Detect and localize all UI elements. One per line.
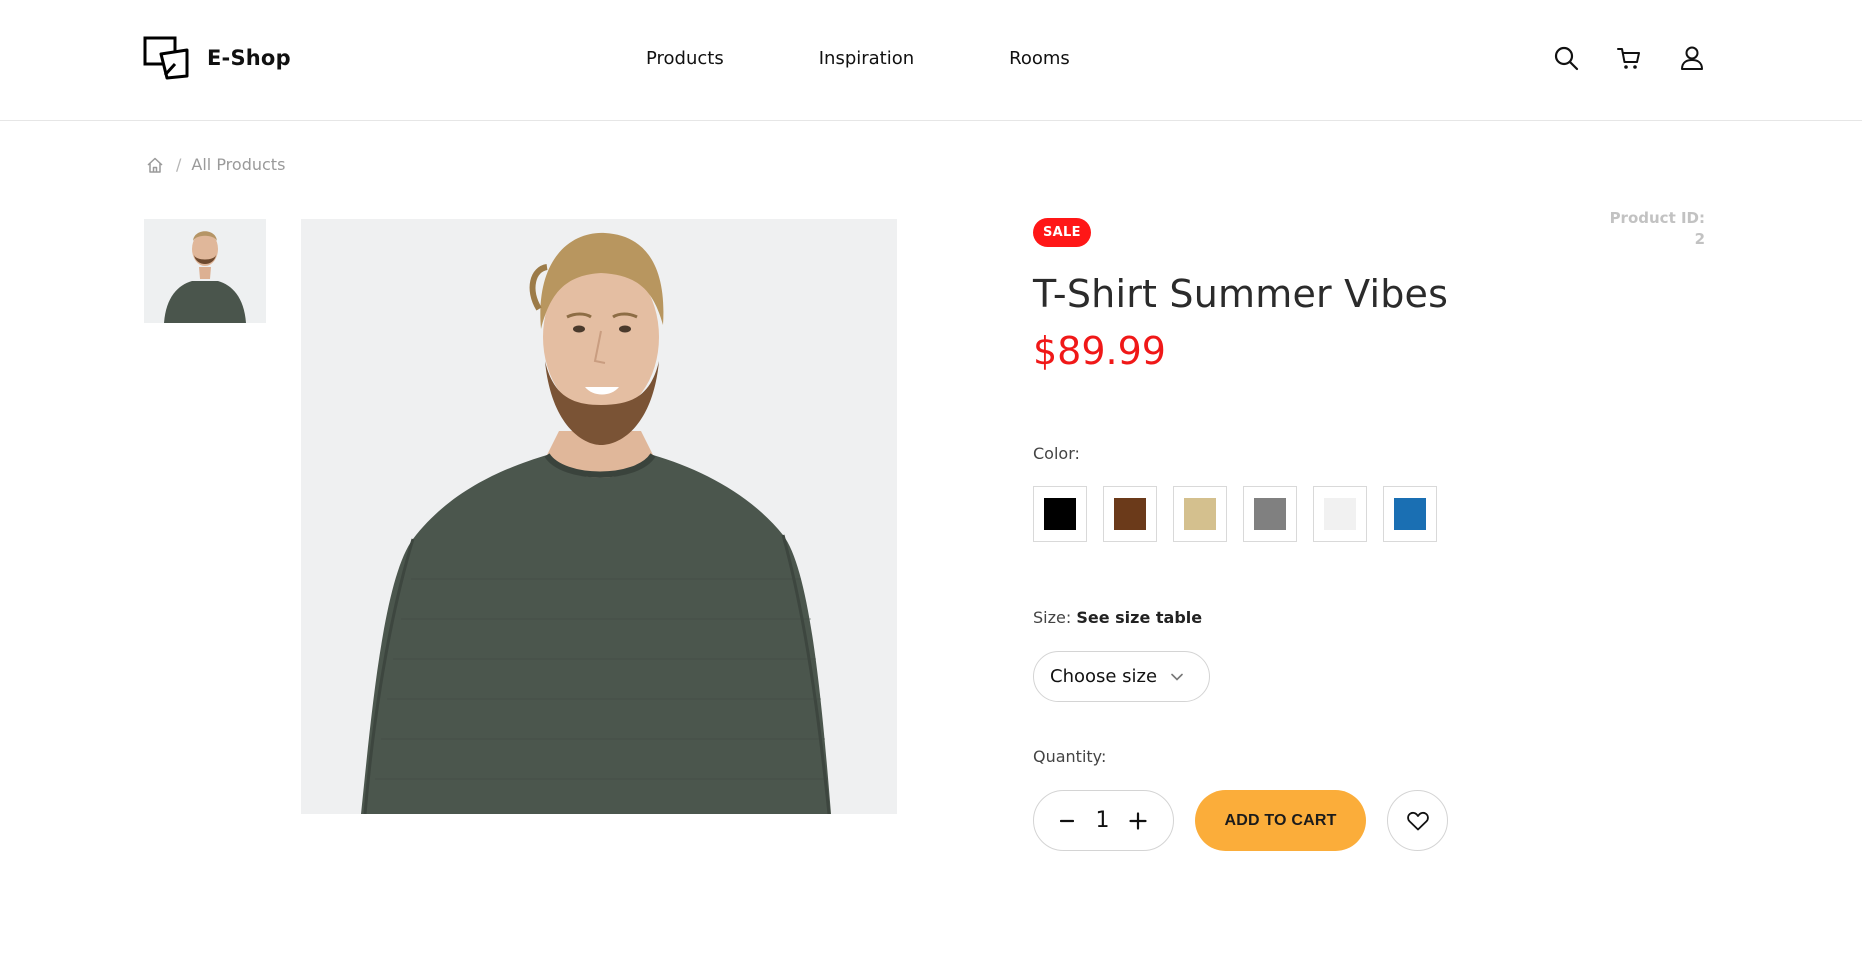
product-photo [301, 219, 897, 814]
quantity-stepper: 1 [1033, 790, 1174, 851]
logo-icon [143, 36, 189, 80]
nav-item-products[interactable]: Products [646, 48, 724, 69]
cart-icon [1617, 48, 1640, 69]
user-icon [1681, 46, 1703, 70]
color-swatch-beige[interactable] [1173, 486, 1227, 542]
site-header: E-Shop Products Inspiration Rooms [0, 0, 1862, 121]
breadcrumb: / All Products [146, 155, 285, 174]
quantity-label: Quantity: [1033, 747, 1107, 766]
size-label-text: Size: [1033, 608, 1072, 627]
color-chip [1184, 498, 1216, 530]
product-id: Product ID: 2 [1585, 208, 1705, 250]
nav-item-inspiration[interactable]: Inspiration [819, 48, 914, 69]
color-swatch-white[interactable] [1313, 486, 1367, 542]
brand-logo[interactable]: E-Shop [143, 36, 291, 80]
quantity-increase-button[interactable] [1127, 810, 1149, 832]
cart-button[interactable] [1614, 43, 1644, 73]
color-chip [1114, 498, 1146, 530]
sale-badge: SALE [1033, 218, 1091, 247]
color-chip [1324, 498, 1356, 530]
product-title: T-Shirt Summer Vibes [1033, 272, 1449, 316]
product-id-value: 2 [1694, 230, 1705, 248]
product-price: $89.99 [1033, 329, 1166, 373]
product-id-label: Product ID: [1609, 209, 1705, 227]
size-label: Size: See size table [1033, 608, 1202, 627]
color-chip [1254, 498, 1286, 530]
chevron-down-icon [1171, 673, 1183, 681]
plus-icon [1129, 811, 1147, 830]
header-actions [1551, 43, 1707, 73]
heart-icon [1406, 811, 1429, 830]
minus-icon [1060, 819, 1074, 822]
size-table-link[interactable]: See size table [1076, 608, 1202, 627]
search-icon [1554, 46, 1579, 71]
size-select-value: Choose size [1050, 666, 1158, 687]
product-thumbnail-image [144, 219, 266, 323]
quantity-decrease-button[interactable] [1056, 810, 1078, 832]
color-label: Color: [1033, 444, 1080, 463]
product-thumbnail[interactable] [144, 219, 266, 323]
wishlist-button[interactable] [1387, 790, 1448, 851]
color-chip [1394, 498, 1426, 530]
nav-item-rooms[interactable]: Rooms [1009, 48, 1070, 69]
search-button[interactable] [1551, 43, 1581, 73]
breadcrumb-separator: / [176, 155, 182, 174]
add-to-cart-button[interactable]: ADD TO CART [1195, 790, 1366, 851]
color-chip [1044, 498, 1076, 530]
color-swatch-brown[interactable] [1103, 486, 1157, 542]
size-select[interactable]: Choose size [1033, 651, 1210, 702]
color-swatch-blue[interactable] [1383, 486, 1437, 542]
color-swatches [1033, 486, 1437, 542]
color-swatch-gray[interactable] [1243, 486, 1297, 542]
home-icon[interactable] [146, 156, 164, 174]
breadcrumb-all-products[interactable]: All Products [191, 155, 285, 174]
brand-name: E-Shop [207, 46, 291, 70]
color-swatch-black[interactable] [1033, 486, 1087, 542]
main-nav: Products Inspiration Rooms [646, 48, 1070, 69]
product-main-image [301, 219, 897, 814]
quantity-value[interactable]: 1 [1096, 808, 1110, 833]
account-button[interactable] [1677, 43, 1707, 73]
